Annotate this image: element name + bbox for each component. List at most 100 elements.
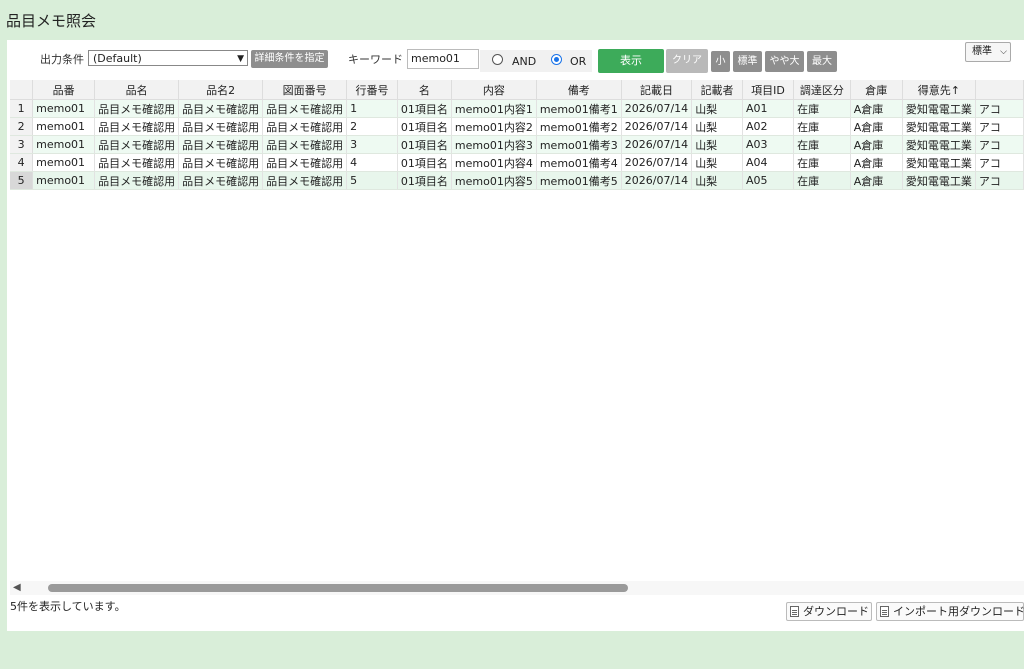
output-condition-select[interactable]: (Default) ▼: [88, 50, 248, 66]
table-cell[interactable]: 品目メモ確認用: [178, 153, 264, 172]
table-cell[interactable]: A倉庫: [850, 135, 903, 154]
table-cell[interactable]: 2: [346, 117, 398, 136]
table-cell[interactable]: memo01: [32, 117, 96, 136]
table-cell[interactable]: 品目メモ確認用: [94, 153, 180, 172]
table-cell[interactable]: memo01内容4: [451, 153, 537, 172]
table-cell[interactable]: 1: [346, 99, 398, 118]
table-cell[interactable]: 在庫: [793, 171, 851, 190]
table-cell[interactable]: 01項目名: [397, 117, 452, 136]
table-cell[interactable]: 品目メモ確認用: [262, 153, 348, 172]
table-cell[interactable]: 2026/07/14: [621, 117, 693, 136]
table-cell[interactable]: 品目メモ確認用: [178, 135, 264, 154]
table-cell[interactable]: 山梨: [691, 117, 743, 136]
scrollbar-thumb[interactable]: [48, 584, 628, 592]
table-cell[interactable]: 山梨: [691, 171, 743, 190]
table-cell[interactable]: memo01備考2: [536, 117, 622, 136]
column-header[interactable]: 倉庫: [850, 80, 903, 100]
table-cell[interactable]: アコ: [975, 117, 1024, 136]
table-cell[interactable]: memo01: [32, 171, 96, 190]
column-header[interactable]: 項目ID: [742, 80, 795, 100]
table-cell[interactable]: 愛知電電工業: [902, 117, 976, 136]
table-cell[interactable]: アコ: [975, 153, 1024, 172]
table-cell[interactable]: 品目メモ確認用: [262, 117, 348, 136]
column-header[interactable]: 品名2: [178, 80, 264, 100]
table-row[interactable]: 1 memo01 品目メモ確認用 品目メモ確認用 品目メモ確認用 1 01項目名 memo01…: [10, 99, 1024, 118]
table-cell[interactable]: アコ: [975, 171, 1024, 190]
table-cell[interactable]: A05: [742, 171, 795, 190]
table-cell[interactable]: 山梨: [691, 153, 743, 172]
table-cell[interactable]: 在庫: [793, 153, 851, 172]
table-cell[interactable]: 2026/07/14: [621, 135, 693, 154]
or-radio[interactable]: [551, 54, 562, 65]
table-cell[interactable]: 品目メモ確認用: [94, 135, 180, 154]
table-cell[interactable]: A倉庫: [850, 117, 903, 136]
table-cell[interactable]: 在庫: [793, 135, 851, 154]
column-header[interactable]: 図面番号: [262, 80, 348, 100]
table-cell[interactable]: 4: [346, 153, 398, 172]
table-cell[interactable]: 01項目名: [397, 135, 452, 154]
table-cell[interactable]: memo01: [32, 99, 96, 118]
size-standard-button[interactable]: 標準: [733, 51, 762, 72]
scroll-left-arrow-icon[interactable]: ◀: [13, 582, 21, 593]
table-cell[interactable]: 愛知電電工業: [902, 135, 976, 154]
and-radio[interactable]: [492, 54, 503, 65]
table-cell[interactable]: 在庫: [793, 117, 851, 136]
table-cell[interactable]: 品目メモ確認用: [178, 117, 264, 136]
table-cell[interactable]: 在庫: [793, 99, 851, 118]
table-cell[interactable]: A03: [742, 135, 795, 154]
table-cell[interactable]: 2026/07/14: [621, 99, 693, 118]
table-row[interactable]: 5 memo01 品目メモ確認用 品目メモ確認用 品目メモ確認用 5 01項目名 memo01…: [10, 171, 1024, 190]
table-row[interactable]: 3 memo01 品目メモ確認用 品目メモ確認用 品目メモ確認用 3 01項目名 memo01…: [10, 135, 1024, 154]
table-cell[interactable]: A04: [742, 153, 795, 172]
download-button[interactable]: ダウンロード: [786, 602, 872, 621]
table-cell[interactable]: 3: [346, 135, 398, 154]
table-cell[interactable]: memo01備考5: [536, 171, 622, 190]
table-cell[interactable]: 品目メモ確認用: [178, 171, 264, 190]
table-cell[interactable]: A倉庫: [850, 153, 903, 172]
table-cell[interactable]: 01項目名: [397, 153, 452, 172]
table-cell[interactable]: memo01: [32, 153, 96, 172]
column-header[interactable]: 備考: [536, 80, 622, 100]
column-header[interactable]: [975, 80, 1024, 100]
column-header[interactable]: 品名: [94, 80, 180, 100]
clear-button[interactable]: クリア: [666, 49, 708, 73]
table-cell[interactable]: 品目メモ確認用: [94, 99, 180, 118]
size-large-button[interactable]: やや大: [765, 51, 804, 72]
show-button[interactable]: 表示: [598, 49, 664, 73]
keyword-input[interactable]: memo01: [407, 49, 479, 69]
column-header[interactable]: 品番: [32, 80, 96, 100]
column-header[interactable]: 記載日: [621, 80, 693, 100]
table-cell[interactable]: アコ: [975, 99, 1024, 118]
table-cell[interactable]: 愛知電電工業: [902, 153, 976, 172]
table-cell[interactable]: 品目メモ確認用: [262, 135, 348, 154]
table-cell[interactable]: 01項目名: [397, 99, 452, 118]
table-cell[interactable]: 01項目名: [397, 171, 452, 190]
table-cell[interactable]: 2026/07/14: [621, 171, 693, 190]
table-cell[interactable]: 5: [346, 171, 398, 190]
display-size-select[interactable]: 標準 ⌵: [965, 42, 1011, 62]
table-cell[interactable]: memo01内容5: [451, 171, 537, 190]
table-cell[interactable]: memo01内容3: [451, 135, 537, 154]
horizontal-scrollbar[interactable]: ◀: [10, 581, 1024, 595]
table-cell[interactable]: 2026/07/14: [621, 153, 693, 172]
column-header[interactable]: 内容: [451, 80, 537, 100]
table-cell[interactable]: 品目メモ確認用: [94, 171, 180, 190]
table-cell[interactable]: A02: [742, 117, 795, 136]
table-cell[interactable]: 山梨: [691, 99, 743, 118]
import-download-button[interactable]: インポート用ダウンロード: [876, 602, 1024, 621]
column-header[interactable]: 記載者: [691, 80, 743, 100]
size-small-button[interactable]: 小: [711, 51, 730, 72]
table-cell[interactable]: A01: [742, 99, 795, 118]
table-cell[interactable]: 山梨: [691, 135, 743, 154]
detail-condition-button[interactable]: 詳細条件を指定: [251, 50, 328, 68]
table-cell[interactable]: memo01備考3: [536, 135, 622, 154]
table-cell[interactable]: memo01備考4: [536, 153, 622, 172]
table-cell[interactable]: 愛知電電工業: [902, 171, 976, 190]
table-cell[interactable]: memo01: [32, 135, 96, 154]
size-max-button[interactable]: 最大: [807, 51, 837, 72]
table-cell[interactable]: memo01内容2: [451, 117, 537, 136]
table-row[interactable]: 2 memo01 品目メモ確認用 品目メモ確認用 品目メモ確認用 2 01項目名 memo01…: [10, 117, 1024, 136]
table-cell[interactable]: 愛知電電工業: [902, 99, 976, 118]
column-header[interactable]: 得意先↑: [902, 80, 976, 100]
column-header[interactable]: 行番号: [346, 80, 398, 100]
